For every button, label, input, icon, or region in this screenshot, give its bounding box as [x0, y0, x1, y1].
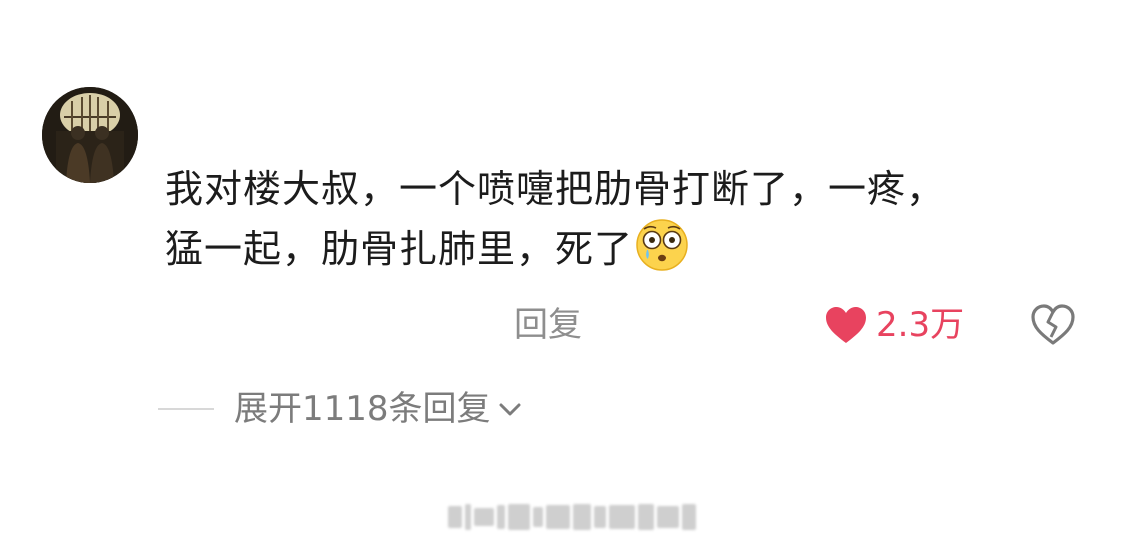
comment-line-2: 猛一起，肋骨扎肺里，死了 [165, 218, 1065, 278]
comment-line-2-text: 猛一起，肋骨扎肺里，死了 [165, 227, 634, 271]
expand-replies-button[interactable]: 展开1118条回复 [234, 386, 523, 432]
heart-icon [826, 307, 866, 343]
divider [158, 408, 214, 410]
like-count: 2.3万 [876, 305, 965, 345]
broken-heart-icon [1031, 304, 1075, 345]
avatar[interactable] [42, 87, 138, 183]
blurred-watermark [448, 500, 696, 534]
comment-text: 我对楼大叔，一个喷嚏把肋骨打断了，一疼， 猛一起，肋骨扎肺里，死了 [165, 160, 1065, 278]
like-button[interactable]: 2.3万 [824, 303, 964, 347]
comment-line-1: 我对楼大叔，一个喷嚏把肋骨打断了，一疼， [165, 167, 946, 211]
chevron-down-icon [499, 403, 521, 416]
expand-replies-label: 展开1118条回复 [234, 389, 491, 429]
flushed-tear-emoji-icon [635, 218, 689, 272]
dislike-button[interactable] [1030, 303, 1076, 347]
reply-button[interactable]: 回复 [514, 303, 582, 347]
